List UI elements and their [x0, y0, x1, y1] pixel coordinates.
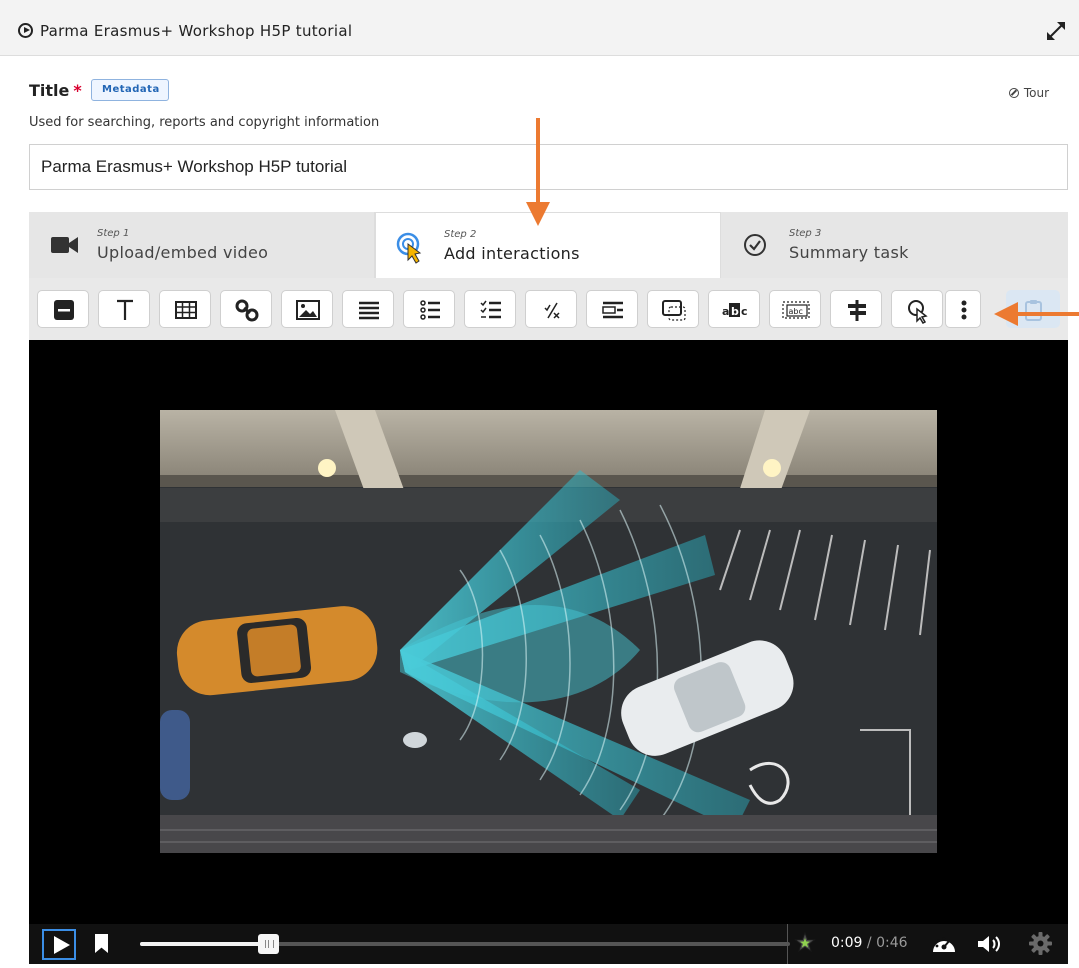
title-description: Used for searching, reports and copyrigh…: [29, 115, 380, 130]
player-controls: 0:09 / 0:46: [29, 924, 1068, 964]
expand-icon[interactable]: [1043, 18, 1069, 44]
interactions-toolbar: abc abc: [29, 278, 1068, 340]
checkmark-circle-icon: [744, 234, 766, 256]
label-tool-button[interactable]: [37, 290, 89, 328]
drag-text-icon: abc: [782, 301, 810, 319]
fill-in-the-blanks-tool-button[interactable]: [586, 290, 638, 328]
more-tools-button[interactable]: [945, 290, 981, 328]
play-icon[interactable]: [42, 929, 76, 960]
video-player[interactable]: [29, 340, 1068, 924]
tab-step-3[interactable]: Step 3 Summary task: [721, 212, 1068, 278]
crossroads-tool-button[interactable]: [830, 290, 882, 328]
time-display: 0:09 / 0:46: [831, 935, 908, 951]
required-marker: *: [73, 81, 82, 100]
single-choice-icon: [420, 300, 440, 320]
multiple-choice-icon: [480, 300, 501, 319]
drag-and-drop-tool-button[interactable]: [647, 290, 699, 328]
svg-text:abc: abc: [789, 307, 803, 316]
volume-icon[interactable]: [975, 932, 1003, 956]
single-choice-set-tool-button[interactable]: [403, 290, 455, 328]
video-camera-icon: [51, 237, 78, 253]
pointer-click-icon: [396, 232, 422, 264]
svg-text:c: c: [741, 305, 748, 318]
true-false-icon: [544, 302, 560, 319]
video-frame: [160, 410, 937, 853]
mark-the-words-tool-button[interactable]: abc: [708, 290, 760, 328]
drag-text-tool-button[interactable]: abc: [769, 290, 821, 328]
link-tool-button[interactable]: [220, 290, 272, 328]
statements-icon: [359, 301, 379, 320]
tab-step-1[interactable]: Step 1 Upload/embed video: [29, 212, 375, 278]
navigation-hotspot-tool-button[interactable]: [891, 290, 943, 328]
annotation-arrow-left: [994, 302, 1079, 326]
text-icon: [117, 299, 133, 320]
hotspot-icon: [908, 300, 928, 324]
signpost-icon: [848, 300, 866, 321]
editor-header: Parma Erasmus+ Workshop H5P tutorial: [0, 0, 1079, 56]
multiple-choice-tool-button[interactable]: [464, 290, 516, 328]
seek-handle[interactable]: [258, 934, 279, 954]
image-tool-button[interactable]: [281, 290, 333, 328]
play-circle-icon: [18, 23, 33, 38]
svg-text:b: b: [731, 305, 739, 318]
seek-bar[interactable]: [140, 942, 790, 946]
mark-words-icon: abc: [722, 303, 748, 318]
fill-blanks-icon: [602, 301, 623, 319]
drag-drop-icon: [662, 300, 686, 321]
svg-text:a: a: [722, 305, 729, 318]
true-false-tool-button[interactable]: [525, 290, 577, 328]
metadata-button[interactable]: Metadata: [91, 79, 169, 101]
compass-icon: [1008, 88, 1019, 98]
vertical-dots-icon: [961, 300, 967, 320]
tour-link[interactable]: Tour: [1008, 86, 1049, 100]
text-tool-button[interactable]: [98, 290, 150, 328]
editor-title: Parma Erasmus+ Workshop H5P tutorial: [40, 22, 353, 40]
settings-icon[interactable]: [1028, 931, 1053, 956]
seek-progress: [140, 942, 268, 946]
bookmark-icon[interactable]: [95, 934, 108, 953]
interactions-end-divider: [787, 924, 788, 964]
title-label: Title *: [29, 81, 82, 100]
star-icon[interactable]: [793, 931, 817, 955]
annotation-arrow-down: [526, 118, 550, 226]
playback-speed-icon[interactable]: [931, 932, 957, 956]
table-icon: [175, 301, 197, 319]
link-icon: [235, 299, 259, 322]
statements-tool-button[interactable]: [342, 290, 394, 328]
image-icon: [296, 300, 320, 320]
table-tool-button[interactable]: [159, 290, 211, 328]
label-icon: [54, 300, 74, 320]
